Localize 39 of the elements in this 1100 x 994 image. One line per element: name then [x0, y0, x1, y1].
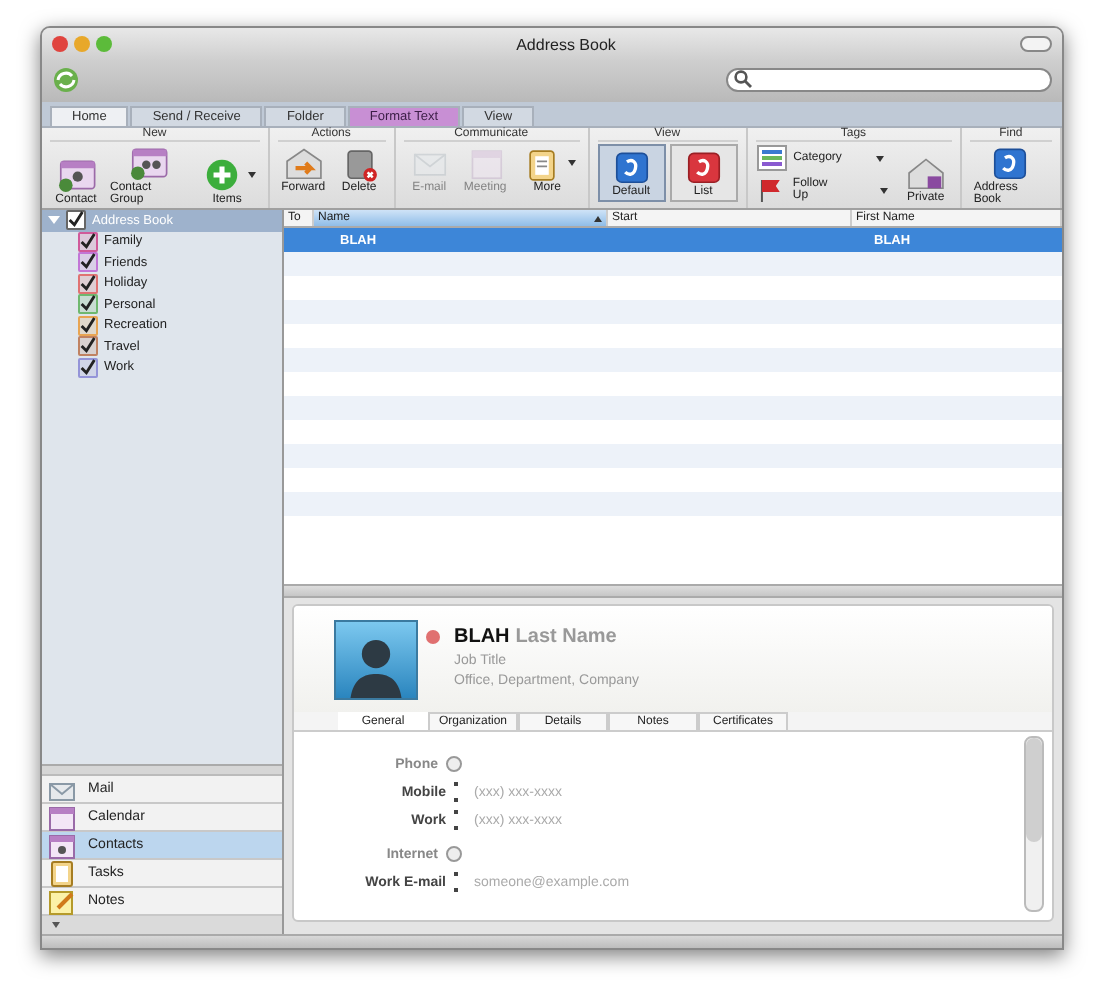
- splitter-handle[interactable]: [42, 766, 282, 776]
- checkbox[interactable]: [66, 210, 86, 231]
- add-icon[interactable]: [446, 756, 462, 772]
- dropdown-arrow-icon: [879, 187, 888, 193]
- checkbox[interactable]: [78, 336, 98, 357]
- scroll-thumb[interactable]: [1026, 738, 1042, 842]
- envelope-arrow-icon: [281, 144, 326, 182]
- contact-card-icon: [48, 831, 76, 859]
- checkbox[interactable]: [78, 357, 98, 378]
- dropdown-arrow-icon[interactable]: [52, 922, 60, 928]
- checkbox[interactable]: [78, 273, 98, 294]
- scrollbar[interactable]: [1024, 736, 1044, 912]
- toolbar-toggle-button[interactable]: [1020, 36, 1052, 52]
- dropdown-arrow-icon: [247, 172, 256, 178]
- status-icon: [426, 630, 440, 644]
- dropdown-arrow-icon: [875, 155, 884, 161]
- category-lines-icon: [755, 144, 788, 172]
- group-card-icon: [126, 144, 171, 182]
- house-lock-icon: [903, 154, 948, 192]
- add-icon[interactable]: [446, 846, 462, 862]
- dropdown-arrow-icon: [567, 160, 576, 166]
- splitter-handle[interactable]: [284, 584, 1062, 598]
- first-name: BLAH: [454, 626, 510, 648]
- notepad-pencil-icon: [48, 887, 76, 915]
- window-title: Address Book: [514, 35, 618, 53]
- search-field[interactable]: [726, 67, 1052, 91]
- sync-icon: [52, 65, 80, 93]
- clipboard-icon: [48, 859, 76, 887]
- search-icon: [734, 70, 752, 88]
- calendar-icon: [48, 803, 76, 831]
- contact-card-icon: [54, 156, 98, 194]
- avatar-silhouette: [334, 620, 418, 700]
- checkbox[interactable]: [78, 252, 98, 273]
- checkbox[interactable]: [78, 231, 98, 252]
- sort-arrow-icon: [594, 215, 602, 221]
- last-name: Last Name: [515, 626, 617, 648]
- close-button[interactable]: [52, 36, 68, 52]
- checkbox[interactable]: [78, 294, 98, 315]
- checkbox[interactable]: [78, 315, 98, 336]
